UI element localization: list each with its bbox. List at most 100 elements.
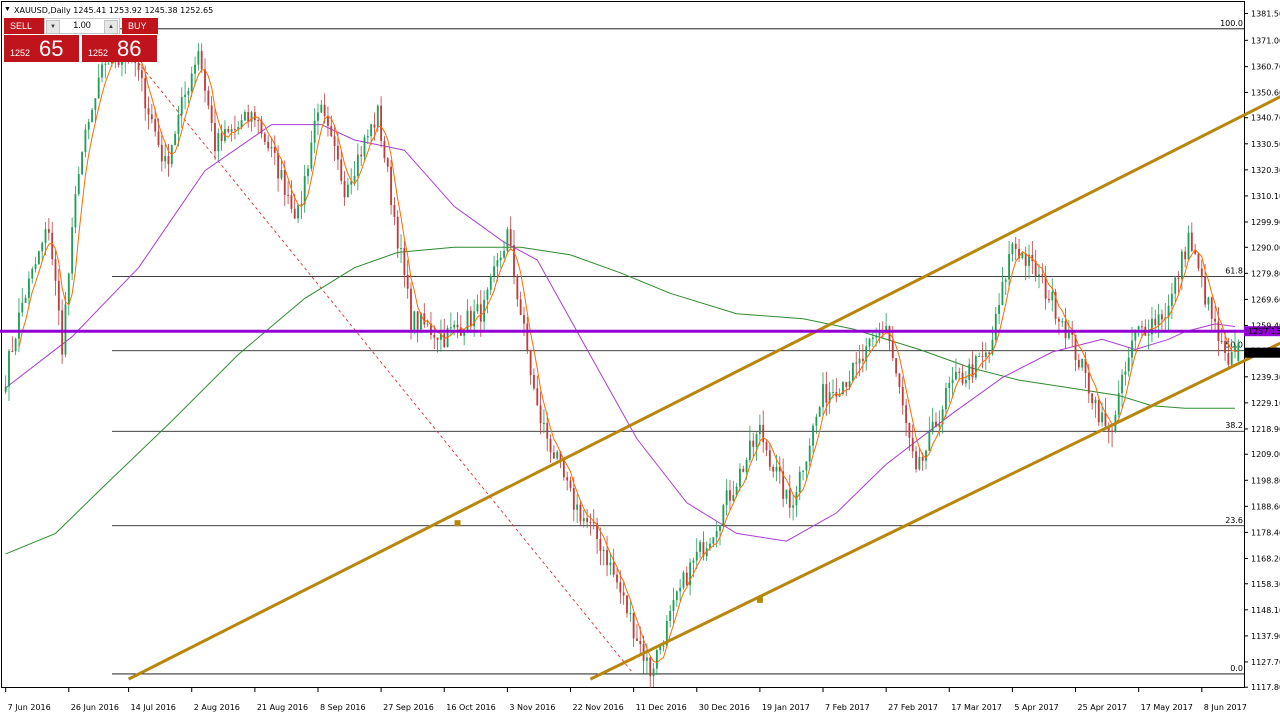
candle-body xyxy=(11,351,14,353)
candle-body xyxy=(177,114,180,134)
candle-body xyxy=(1131,340,1133,358)
candle-body xyxy=(1180,251,1183,279)
candle-body xyxy=(935,421,937,427)
candle-body xyxy=(71,227,74,274)
candle-body xyxy=(1161,314,1163,320)
buy-price[interactable]: 1252 86 xyxy=(82,35,157,62)
price-tick-label: 1350.60 xyxy=(1251,88,1280,97)
candle-body xyxy=(636,638,638,641)
candle-body xyxy=(503,250,505,258)
candle-body xyxy=(97,77,100,99)
price-chart[interactable]: 100.061.850.038.223.60.0 1257.151252.65 … xyxy=(0,0,1280,719)
candle-body xyxy=(363,137,366,157)
candle-body xyxy=(466,310,469,332)
price-tick-label: 1168.20 xyxy=(1251,554,1280,563)
candle-body xyxy=(1224,341,1226,354)
candle-body xyxy=(569,480,572,489)
candle-body xyxy=(1197,253,1200,269)
price-tick-label: 1310.10 xyxy=(1251,192,1280,201)
candle-body xyxy=(1141,326,1143,328)
candle-body xyxy=(1200,268,1203,277)
candle-body xyxy=(582,518,585,522)
candle-body xyxy=(1011,243,1014,254)
candle-body xyxy=(692,560,695,563)
candle-body xyxy=(612,562,615,575)
candle-body xyxy=(672,600,675,612)
candle-body xyxy=(662,645,665,647)
sell-button[interactable]: SELL xyxy=(4,18,44,34)
lot-increase-icon[interactable]: ▲ xyxy=(104,20,118,34)
candle-body xyxy=(715,530,718,538)
time-tick-label: 2 Aug 2016 xyxy=(194,703,240,712)
candle-body xyxy=(626,595,628,614)
candle-body xyxy=(589,521,592,523)
candle-body xyxy=(1004,279,1007,282)
candle-body xyxy=(1058,318,1060,322)
candle-body xyxy=(712,537,715,544)
candle-body xyxy=(157,131,160,145)
candle-body xyxy=(280,169,283,179)
lot-size-stepper[interactable]: ▼ 1.00 ▲ xyxy=(44,18,120,34)
candle-body xyxy=(529,350,532,376)
candle-body xyxy=(486,289,489,300)
chart-menu-icon[interactable]: ▼ xyxy=(4,6,11,13)
candle-body xyxy=(602,549,605,551)
candle-body xyxy=(217,133,220,152)
candle-body xyxy=(994,313,997,340)
candle-body xyxy=(1207,297,1210,305)
candle-body xyxy=(905,405,907,424)
time-tick-label: 14 Jul 2016 xyxy=(131,703,176,712)
price-tick-label: 1320.30 xyxy=(1251,166,1280,175)
candle-body xyxy=(948,383,951,388)
plot-area xyxy=(0,0,1280,719)
candle-body xyxy=(566,477,569,481)
time-tick-label: 17 Mar 2017 xyxy=(951,703,1002,712)
candle-body xyxy=(765,442,768,451)
price-tick-label: 1148.10 xyxy=(1251,606,1280,615)
candle-body xyxy=(1101,412,1104,423)
lot-decrease-icon[interactable]: ▼ xyxy=(46,20,60,34)
candle-body xyxy=(901,386,904,406)
price-tick-label: 1371.00 xyxy=(1251,36,1280,45)
price-tick-label: 1330.50 xyxy=(1251,140,1280,149)
candle-body xyxy=(290,195,293,209)
candle-body xyxy=(1021,253,1024,259)
candle-body xyxy=(147,108,150,115)
candle-body xyxy=(861,358,864,362)
candle-body xyxy=(310,142,313,169)
candle-body xyxy=(393,204,396,217)
candle-body xyxy=(891,341,894,359)
symbol-ohlc-label: XAUUSD,Daily 1245.41 1253.92 1245.38 125… xyxy=(14,6,214,15)
candle-body xyxy=(34,264,37,269)
candle-body xyxy=(44,229,47,243)
candle-body xyxy=(852,362,854,382)
candle-body xyxy=(293,208,296,219)
candle-body xyxy=(479,304,482,322)
candle-body xyxy=(998,304,1001,314)
candle-body xyxy=(808,445,811,462)
candle-body xyxy=(1077,359,1080,368)
candle-body xyxy=(4,386,7,392)
candle-body xyxy=(250,112,253,122)
candle-body xyxy=(257,120,260,122)
candle-body xyxy=(911,437,914,452)
price-tick-label: 1229.10 xyxy=(1251,399,1280,408)
price-tick-label: 1290.00 xyxy=(1251,243,1280,252)
candle-body xyxy=(41,242,44,252)
candle-body xyxy=(825,384,828,403)
candle-body xyxy=(323,104,326,116)
candle-body xyxy=(283,169,286,195)
candle-body xyxy=(719,525,721,531)
candle-body xyxy=(572,488,575,510)
candle-body xyxy=(107,63,110,65)
candle-body xyxy=(117,61,120,65)
candle-body xyxy=(798,471,801,493)
candle-body xyxy=(682,572,685,588)
buy-button[interactable]: BUY xyxy=(122,18,158,34)
lot-size-input[interactable]: 1.00 xyxy=(61,20,103,30)
candle-body xyxy=(1137,326,1140,330)
candle-body xyxy=(366,136,369,138)
sell-price[interactable]: 1252 65 xyxy=(4,35,79,62)
candle-body xyxy=(174,133,177,146)
time-tick-label: 8 Jun 2017 xyxy=(1204,703,1247,712)
